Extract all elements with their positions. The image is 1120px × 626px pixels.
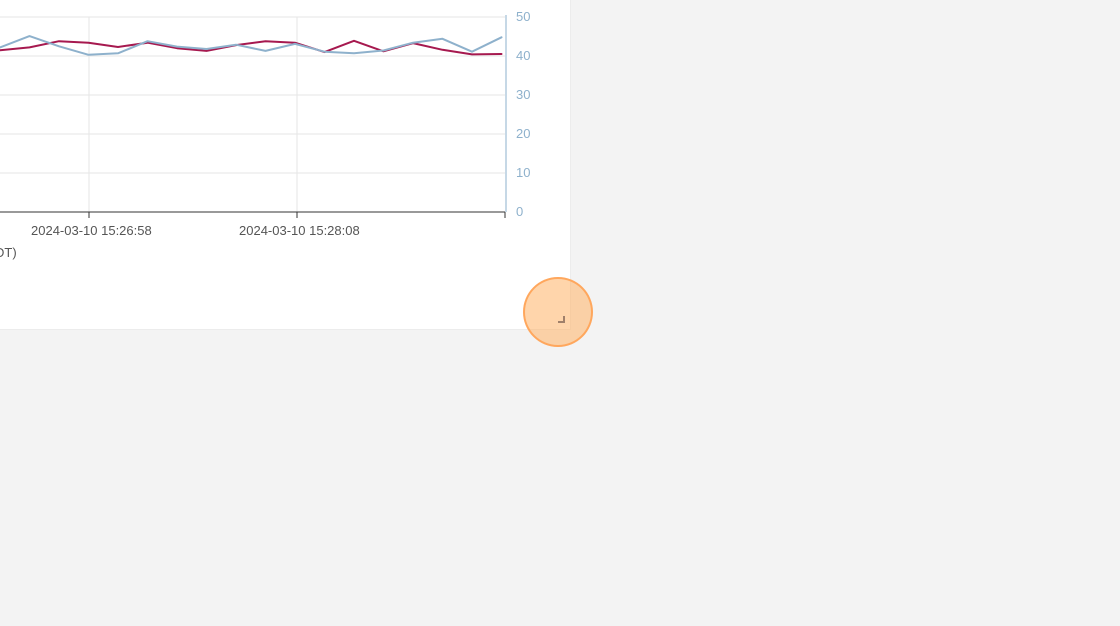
y-axis-ticks: 0 10 20 30 40 50	[516, 9, 530, 219]
x-tick-label: 2024-03-10 15:28:08	[239, 223, 360, 238]
y-tick-label: 20	[516, 126, 530, 141]
y-tick-label: 50	[516, 9, 530, 24]
series-layer	[0, 35, 503, 56]
y-tick-label: 40	[516, 48, 530, 63]
x-tick-label: 2024-03-10 15:26:58	[31, 223, 152, 238]
resize-handle-icon[interactable]	[558, 316, 565, 323]
y-tick-label: 0	[516, 204, 523, 219]
y-tick-label: 30	[516, 87, 530, 102]
cursor-highlight	[523, 277, 593, 347]
chart-panel: DT) 01020304050 2024-03-10 15:26:582024-…	[0, 0, 571, 330]
y-tick-label: 10	[516, 165, 530, 180]
line-chart: DT) 01020304050 2024-03-10 15:26:582024-…	[0, 9, 530, 260]
screen: DT) 01020304050 2024-03-10 15:26:582024-…	[0, 0, 1120, 626]
x-axis-ticks: 2024-03-10 15:26:58 2024-03-10 15:28:08	[31, 212, 360, 238]
x-axis-title: DT)	[0, 245, 17, 260]
